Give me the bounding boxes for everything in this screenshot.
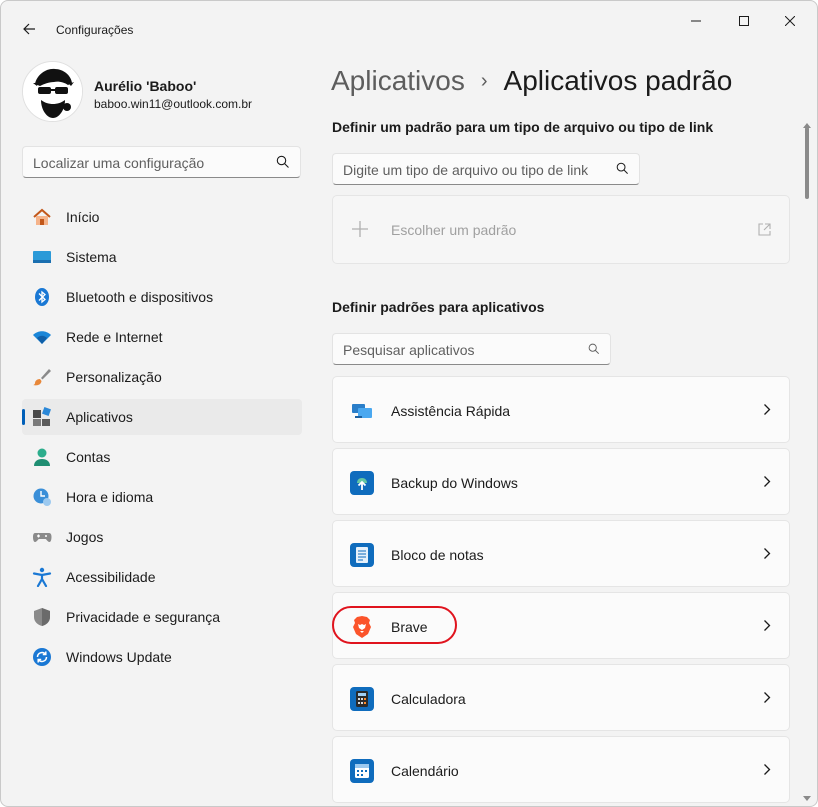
breadcrumb-separator: ›	[480, 69, 488, 92]
sidebar-item-label: Windows Update	[66, 649, 172, 665]
calendar-icon	[350, 759, 374, 783]
sidebar-item-acessibilidade[interactable]: Acessibilidade	[22, 559, 302, 595]
bluetooth-icon	[32, 287, 52, 307]
home-icon	[32, 207, 52, 227]
open-external-icon	[758, 223, 771, 241]
sidebar-item-contas[interactable]: Contas	[22, 439, 302, 475]
choose-default-label: Escolher um padrão	[391, 222, 517, 238]
avatar[interactable]	[22, 61, 83, 122]
app-name: Bloco de notas	[391, 547, 484, 563]
app-row-assistencia-rapida[interactable]: Assistência Rápida	[332, 376, 790, 443]
sidebar-item-label: Jogos	[66, 529, 104, 545]
chevron-right-icon	[763, 547, 771, 565]
app-row-calculadora[interactable]: Calculadora	[332, 664, 790, 731]
search-icon[interactable]	[588, 342, 600, 360]
update-icon	[32, 647, 52, 667]
windows-backup-icon	[350, 471, 374, 495]
chevron-right-icon	[763, 691, 771, 709]
sidebar-item-rede[interactable]: Rede e Internet	[22, 319, 302, 355]
profile-email: baboo.win11@outlook.com.br	[94, 97, 253, 111]
sidebar-item-aplicativos[interactable]: Aplicativos	[22, 399, 302, 435]
account-icon	[32, 447, 52, 467]
file-type-section-title: Definir um padrão para um tipo de arquiv…	[332, 119, 714, 135]
file-type-search-input[interactable]	[343, 160, 608, 180]
avatar-image	[23, 62, 82, 121]
chevron-right-icon	[763, 619, 771, 637]
profile-name: Aurélio 'Baboo'	[94, 78, 197, 94]
sidebar-item-inicio[interactable]: Início	[22, 199, 302, 235]
accessibility-icon	[32, 567, 52, 587]
settings-search-input[interactable]	[33, 153, 268, 173]
quick-assist-icon	[350, 399, 374, 423]
apps-search-input[interactable]	[343, 340, 578, 360]
system-icon	[32, 247, 52, 267]
app-name: Calendário	[391, 763, 459, 779]
sidebar-item-label: Personalização	[66, 369, 162, 385]
sidebar-item-hora[interactable]: Hora e idioma	[22, 479, 302, 515]
apps-icon	[32, 407, 52, 427]
search-icon[interactable]	[616, 162, 629, 180]
sidebar-item-label: Aplicativos	[66, 409, 133, 425]
minimize-button[interactable]	[673, 7, 719, 35]
sidebar-item-label: Hora e idioma	[66, 489, 154, 505]
sidebar-item-jogos[interactable]: Jogos	[22, 519, 302, 555]
breadcrumb-parent-link[interactable]: Aplicativos	[331, 65, 465, 97]
page-title: Aplicativos padrão	[503, 65, 733, 96]
clock-globe-icon	[32, 487, 52, 507]
back-button[interactable]	[15, 15, 43, 43]
scroll-down-arrow-icon[interactable]	[803, 789, 811, 806]
back-arrow-icon	[23, 23, 35, 35]
sidebar-item-windows-update[interactable]: Windows Update	[22, 639, 302, 675]
breadcrumb: Aplicativos › Aplicativos padrão	[331, 63, 732, 99]
calculator-icon	[350, 687, 374, 711]
brush-icon	[32, 367, 52, 387]
sidebar-item-label: Acessibilidade	[66, 569, 156, 585]
sidebar-item-label: Sistema	[66, 249, 117, 265]
close-button[interactable]	[767, 7, 813, 35]
app-row-calendario[interactable]: Calendário	[332, 736, 790, 803]
settings-window: Configurações Aurélio 'Baboo' baboo.win1…	[0, 0, 818, 807]
sidebar-item-personalizacao[interactable]: Personalização	[22, 359, 302, 395]
scrollbar[interactable]	[801, 113, 813, 803]
apps-section-title: Definir padrões para aplicativos	[332, 299, 545, 315]
app-row-brave[interactable]: Brave	[332, 592, 790, 659]
wifi-icon	[32, 327, 52, 347]
sidebar-item-label: Início	[66, 209, 100, 225]
sidebar-item-sistema[interactable]: Sistema	[22, 239, 302, 275]
sidebar-item-label: Bluetooth e dispositivos	[66, 289, 214, 305]
search-icon[interactable]	[276, 155, 290, 174]
shield-icon	[32, 607, 52, 627]
gamepad-icon	[32, 527, 52, 547]
maximize-icon	[739, 16, 749, 26]
close-icon	[785, 16, 795, 26]
app-row-backup-do-windows[interactable]: Backup do Windows	[332, 448, 790, 515]
chevron-right-icon	[763, 403, 771, 421]
app-name: Calculadora	[391, 691, 466, 707]
plus-icon	[351, 220, 369, 243]
maximize-button[interactable]	[721, 7, 767, 35]
sidebar-nav: Início Sistema Bluetooth e dispositivos …	[22, 199, 302, 679]
app-name: Backup do Windows	[391, 475, 518, 491]
app-name: Brave	[391, 619, 428, 635]
app-row-bloco-de-notas[interactable]: Bloco de notas	[332, 520, 790, 587]
window-title: Configurações	[56, 23, 134, 37]
minimize-icon	[691, 20, 701, 22]
apps-search-box[interactable]	[332, 333, 611, 365]
chevron-right-icon	[763, 475, 771, 493]
app-name: Assistência Rápida	[391, 403, 511, 419]
sidebar-item-bluetooth[interactable]: Bluetooth e dispositivos	[22, 279, 302, 315]
sidebar-item-privacidade[interactable]: Privacidade e segurança	[22, 599, 302, 635]
choose-default-card[interactable]: Escolher um padrão	[332, 195, 790, 264]
chevron-right-icon	[763, 763, 771, 781]
brave-icon	[350, 615, 374, 639]
sidebar-item-label: Contas	[66, 449, 111, 465]
sidebar-item-label: Rede e Internet	[66, 329, 163, 345]
file-type-search-box[interactable]	[332, 153, 640, 185]
title-bar: Configurações	[1, 1, 817, 49]
scrollbar-thumb[interactable]	[805, 127, 809, 199]
notepad-icon	[350, 543, 374, 567]
settings-search-box[interactable]	[22, 146, 301, 178]
sidebar-item-label: Privacidade e segurança	[66, 609, 221, 625]
